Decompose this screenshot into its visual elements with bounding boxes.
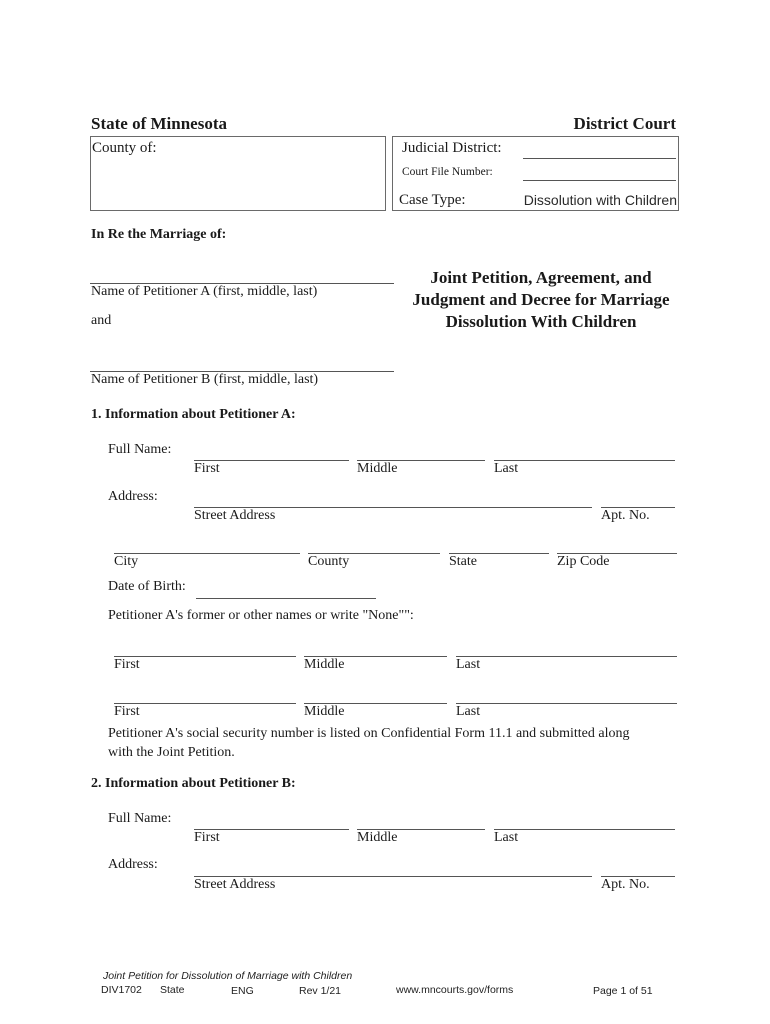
petitioner-a-street-label: Street Address [194, 508, 276, 523]
former-name-2-last-line [456, 703, 677, 704]
petitioner-b-name-label: Name of Petitioner B (first, middle, las… [91, 372, 319, 387]
petitioner-a-city-line [114, 553, 300, 554]
petitioner-b-last-line [494, 829, 675, 830]
court-file-number-line [523, 180, 676, 181]
judicial-district-label: Judicial District: [402, 140, 502, 156]
petitioner-a-zip-label: Zip Code [557, 554, 610, 569]
and-text: and [91, 313, 112, 328]
section-2-heading: 2. Information about Petitioner B: [91, 776, 296, 791]
petitioner-a-dob-line [196, 598, 376, 599]
former-name-1-middle-label: Middle [304, 657, 345, 672]
petitioner-a-dob-label: Date of Birth: [108, 579, 186, 594]
petitioner-a-apt-field[interactable] [601, 489, 675, 507]
judicial-district-line [523, 158, 676, 159]
petitioner-b-middle-field[interactable] [357, 811, 485, 829]
petitioner-a-full-name-label: Full Name: [108, 442, 172, 457]
former-name-2-first-line [114, 703, 296, 704]
section-1-heading: 1. Information about Petitioner A: [91, 407, 296, 422]
court-heading: District Court [573, 114, 676, 133]
petitioner-a-last-line [494, 460, 675, 461]
footer-language: ENG [231, 985, 254, 997]
petitioner-a-last-label: Last [494, 461, 519, 476]
petitioner-b-name-field[interactable] [90, 352, 394, 370]
case-type-label: Case Type: [399, 192, 466, 208]
petitioner-a-state-label: State [449, 554, 477, 569]
footer-form-code: DIV1702 [101, 984, 142, 996]
former-name-1-first-line [114, 656, 296, 657]
judicial-district-field[interactable] [523, 140, 676, 158]
ssn-note: Petitioner A's social security number is… [108, 726, 630, 741]
petitioner-b-apt-label: Apt. No. [601, 877, 650, 892]
petitioner-b-apt-field[interactable] [601, 858, 675, 876]
county-box: County of: [90, 136, 386, 211]
petitioner-a-street-field[interactable] [194, 489, 592, 507]
former-name-2-middle-label: Middle [304, 704, 345, 719]
petitioner-b-address-label: Address: [108, 857, 158, 872]
petitioner-a-middle-field[interactable] [357, 442, 485, 460]
former-name-1-last-field[interactable] [456, 638, 677, 656]
petitioner-a-former-names-label: Petitioner A's former or other names or … [108, 608, 414, 623]
former-name-2-last-label: Last [456, 704, 481, 719]
petitioner-a-city-field[interactable] [114, 535, 300, 553]
in-re-heading: In Re the Marriage of: [91, 227, 227, 242]
petitioner-a-zip-field[interactable] [557, 535, 677, 553]
petitioner-a-county-field[interactable] [308, 535, 440, 553]
petitioner-a-address-label: Address: [108, 489, 158, 504]
former-name-2-last-field[interactable] [456, 685, 677, 703]
court-file-number-field[interactable] [523, 162, 676, 180]
case-type-value: Dissolution with Children [523, 192, 677, 208]
court-file-number-label: Court File Number: [402, 166, 493, 178]
petitioner-b-first-field[interactable] [194, 811, 349, 829]
former-name-1-last-label: Last [456, 657, 481, 672]
county-field[interactable] [171, 141, 376, 159]
petitioner-b-street-label: Street Address [194, 877, 276, 892]
footer-form-title: Joint Petition for Dissolution of Marria… [103, 970, 353, 982]
former-name-1-first-field[interactable] [114, 638, 296, 656]
former-name-2-middle-field[interactable] [304, 685, 447, 703]
petitioner-a-middle-label: Middle [357, 461, 398, 476]
petitioner-a-county-label: County [308, 554, 350, 569]
former-name-1-middle-field[interactable] [304, 638, 447, 656]
petitioner-b-middle-label: Middle [357, 830, 398, 845]
footer-page-number: Page 1 of 51 [593, 985, 653, 997]
petitioner-a-state-field[interactable] [449, 535, 549, 553]
petitioner-a-name-field[interactable] [90, 264, 394, 282]
petitioner-b-street-field[interactable] [194, 858, 592, 876]
court-info-box: Judicial District: Court File Number: Ca… [392, 136, 679, 211]
petitioner-a-first-field[interactable] [194, 442, 349, 460]
petitioner-a-dob-field[interactable] [196, 580, 376, 598]
state-heading: State of Minnesota [91, 114, 227, 133]
document-title: Joint Petition, Agreement, and Judgment … [412, 268, 670, 331]
former-name-1-last-line [456, 656, 677, 657]
ssn-note-cont: with the Joint Petition. [108, 745, 235, 760]
petitioner-a-city-label: City [114, 554, 139, 569]
petitioner-a-last-field[interactable] [494, 442, 675, 460]
footer-revision: Rev 1/21 [299, 985, 342, 997]
former-name-2-first-field[interactable] [114, 685, 296, 703]
footer-website-link[interactable]: www.mncourts.gov/forms [396, 984, 513, 996]
petitioner-b-last-field[interactable] [494, 811, 675, 829]
petitioner-a-first-label: First [194, 461, 220, 476]
petitioner-b-last-label: Last [494, 830, 519, 845]
petitioner-a-name-label: Name of Petitioner A (first, middle, las… [91, 284, 318, 299]
petitioner-b-first-label: First [194, 830, 220, 845]
former-name-1-first-label: First [114, 657, 140, 672]
petitioner-b-full-name-label: Full Name: [108, 811, 172, 826]
former-name-2-first-label: First [114, 704, 140, 719]
footer-jurisdiction: State [160, 984, 185, 996]
county-label: County of: [92, 140, 157, 156]
petitioner-a-apt-label: Apt. No. [601, 508, 650, 523]
